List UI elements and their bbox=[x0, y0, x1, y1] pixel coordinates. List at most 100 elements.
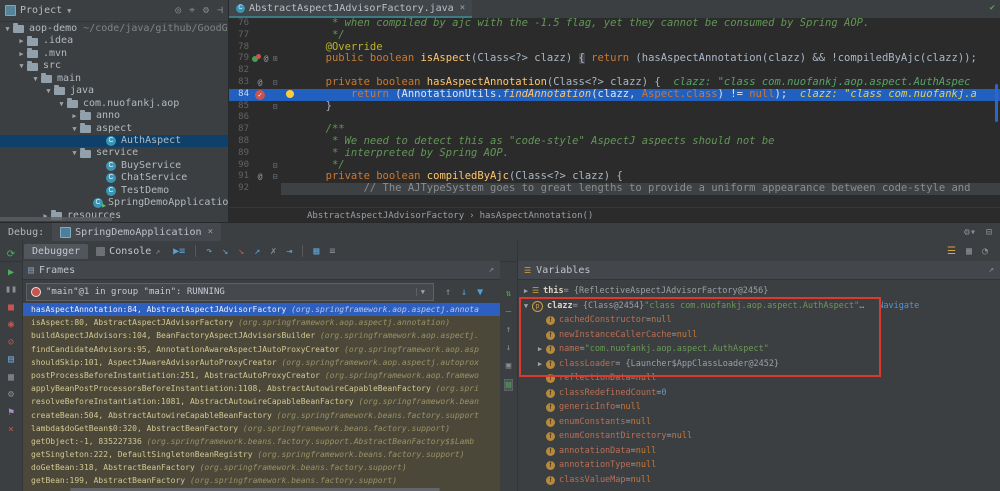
code-line[interactable]: 85 ⊟ } bbox=[229, 101, 1000, 113]
stack-frame-row[interactable]: postProcessBeforeInstantiation:251, Abst… bbox=[22, 368, 500, 383]
tree-expand-icon[interactable]: ▶ bbox=[16, 48, 27, 60]
variable-row[interactable]: ▼ p clazz = {Class@2454} "class com.nuofan… bbox=[518, 299, 1000, 314]
tree-item[interactable]: ▶ anno bbox=[0, 110, 228, 122]
thread-selector[interactable]: "main"@1 in group "main": RUNNING ▼ bbox=[26, 283, 434, 301]
variable-row[interactable]: ▶ f name = "com.nuofankj.aop.aspect.AuthAs… bbox=[518, 342, 1000, 357]
stack-frame-row[interactable]: resolveBeforeInstantiation:1081, Abstrac… bbox=[22, 395, 500, 409]
tab-debugger[interactable]: Debugger bbox=[24, 243, 89, 259]
code-line[interactable]: 77 */ bbox=[229, 30, 1000, 42]
stack-frame-row[interactable]: lambda$doGetBean$0:320, AbstractBeanFact… bbox=[22, 421, 500, 435]
stack-frame-row[interactable]: shouldSkip:101, AspectJAwareAdvisorAutoP… bbox=[22, 355, 500, 369]
tree-item[interactable]: C AuthAspect bbox=[0, 134, 228, 148]
tree-item[interactable]: ▼ src bbox=[0, 60, 228, 72]
override-marker-icon[interactable] bbox=[251, 54, 263, 64]
code-line[interactable]: 84 ✓ return (AnnotationUtils.findAnnotati… bbox=[229, 88, 1000, 101]
close-session-icon[interactable]: × bbox=[208, 227, 213, 237]
variable-expand-icon[interactable]: ▶ bbox=[520, 284, 532, 299]
pin-icon[interactable]: ⚑ bbox=[8, 407, 14, 418]
collapse-all-icon[interactable]: ⌖ bbox=[189, 5, 195, 16]
tree-expand-icon[interactable]: ▼ bbox=[69, 123, 80, 135]
stack-frame-row[interactable]: hasAspectAnnotation:84, AbstractAspectJA… bbox=[22, 303, 500, 317]
separator-icon[interactable]: — bbox=[506, 307, 511, 317]
drop-frame-icon[interactable]: ✗ bbox=[270, 246, 276, 257]
tab-console[interactable]: Console ↗ bbox=[88, 244, 168, 259]
settings-gear-icon[interactable]: ⚙ bbox=[203, 5, 209, 16]
tree-expand-icon[interactable]: ▼ bbox=[56, 98, 67, 110]
float-panel-icon[interactable]: ↗ bbox=[489, 265, 494, 275]
variable-row[interactable]: f annotationData = null bbox=[518, 444, 1000, 459]
stop-icon[interactable]: ■ bbox=[8, 302, 14, 313]
stack-frame-row[interactable]: getBean:199, AbstractBeanFactory (org.sp… bbox=[22, 474, 500, 488]
run-to-cursor-icon[interactable]: ⇥ bbox=[286, 246, 292, 257]
stack-frame-row[interactable]: buildAspectJAdvisors:104, BeanFactoryAsp… bbox=[22, 329, 500, 343]
hide-panel-icon[interactable]: ⊣ bbox=[217, 5, 223, 16]
tree-item[interactable]: ▼ aspect bbox=[0, 123, 228, 135]
variable-row[interactable]: ▶ f classLoader = {Launcher$AppClassLoader… bbox=[518, 357, 1000, 372]
editor-scrollbar-thumb[interactable] bbox=[995, 84, 998, 122]
stack-frame-row[interactable]: getSingleton:222, DefaultSingletonBeanRe… bbox=[22, 448, 500, 462]
step-over-icon[interactable]: ↷ bbox=[206, 246, 212, 257]
variable-expand-icon[interactable]: ▶ bbox=[534, 342, 546, 357]
tree-expand-icon[interactable]: ▼ bbox=[43, 85, 54, 97]
code-line[interactable]: 86 bbox=[229, 112, 1000, 124]
code-line[interactable]: 78 @Override bbox=[229, 42, 1000, 54]
variable-row[interactable]: f cachedConstructor = null bbox=[518, 313, 1000, 328]
frame-down-icon[interactable]: ↓ bbox=[461, 287, 467, 298]
stack-frame-row[interactable]: findCandidateAdvisors:95, AnnotationAwar… bbox=[22, 342, 500, 356]
pause-icon[interactable]: ▮▮ bbox=[5, 284, 17, 295]
layout-settings-icon[interactable]: ≡ bbox=[329, 246, 335, 257]
step-into-icon[interactable]: ↘ bbox=[222, 246, 228, 257]
tree-item[interactable]: ▼ com.nuofankj.aop bbox=[0, 98, 228, 110]
fold-icon[interactable]: ⊟ bbox=[269, 101, 281, 113]
code-line[interactable]: 83 @ ⊟ private boolean hasAspectAnnotation… bbox=[229, 77, 1000, 89]
up-icon[interactable]: ↑ bbox=[506, 325, 511, 335]
evaluate-expression-icon[interactable]: ▦ bbox=[313, 246, 319, 257]
tree-item[interactable]: C BuyService bbox=[0, 160, 228, 172]
tree-item[interactable]: ▼ service bbox=[0, 147, 228, 159]
variable-row[interactable]: f enumConstants = null bbox=[518, 415, 1000, 430]
chevron-down-icon[interactable]: ▼ bbox=[415, 288, 429, 296]
rerun-icon[interactable]: ⟳ bbox=[7, 249, 15, 260]
stack-frame-row[interactable]: isAspect:80, AbstractAspectJAdvisorFacto… bbox=[22, 316, 500, 330]
stack-frame-row[interactable]: doGetBean:318, AbstractBeanFactory (org.… bbox=[22, 461, 500, 475]
threads-view-icon[interactable]: ☰ bbox=[947, 246, 956, 257]
tree-item[interactable]: ▶ .mvn bbox=[0, 48, 228, 60]
close-icon[interactable]: × bbox=[8, 424, 14, 435]
breakpoint-icon[interactable]: ✓ bbox=[255, 89, 265, 100]
code-area[interactable]: 76 * when compiled by ajc with the -1.5 … bbox=[229, 18, 1000, 195]
tree-expand-icon[interactable]: ▶ bbox=[16, 35, 27, 47]
stack-frame-row[interactable]: applyBeanPostProcessorsBeforeInstantiati… bbox=[22, 382, 500, 396]
variable-row[interactable]: f newInstanceCallerCache = null bbox=[518, 328, 1000, 343]
chevron-down-icon[interactable]: ▼ bbox=[67, 7, 71, 15]
settings-gear-icon[interactable]: ⚙▾ bbox=[964, 227, 976, 238]
settings-gear-icon[interactable]: ⚙ bbox=[8, 389, 14, 400]
code-line[interactable]: 87 /** bbox=[229, 124, 1000, 136]
tree-item[interactable]: C ChatService bbox=[0, 172, 228, 184]
code-line[interactable]: 82 bbox=[229, 65, 1000, 77]
breadcrumb[interactable]: AbstractAspectJAdvisorFactory › hasAspec… bbox=[229, 207, 1000, 223]
stack-frame-row[interactable]: getObject:-1, 835227336 (org.springframe… bbox=[22, 434, 500, 449]
resume-icon[interactable]: ▶ bbox=[8, 267, 14, 278]
variable-row[interactable]: ▶ ☰ this = {ReflectiveAspectJAdvisorFactor… bbox=[518, 284, 1000, 299]
variable-expand-icon[interactable]: ▶ bbox=[534, 357, 546, 372]
restore-layout-icon[interactable]: ▦ bbox=[8, 372, 14, 383]
memory-view-icon[interactable]: ▦ bbox=[966, 246, 972, 257]
code-line[interactable]: 89 * interpreted by Spring AOP. bbox=[229, 148, 1000, 160]
fold-icon[interactable]: ⊟ bbox=[269, 160, 281, 172]
hide-panel-icon[interactable]: ⊟ bbox=[986, 227, 992, 238]
variable-row[interactable]: f enumConstantDirectory = null bbox=[518, 429, 1000, 444]
code-line[interactable]: 79 @ ⊞ public boolean isAspect(Class<?> cl… bbox=[229, 53, 1000, 65]
down-icon[interactable]: ↓ bbox=[506, 343, 511, 353]
tree-expand-icon[interactable]: ▼ bbox=[2, 23, 13, 35]
thread-dump-icon[interactable]: ▤ bbox=[8, 354, 14, 365]
tree-expand-icon[interactable]: ▼ bbox=[30, 73, 41, 85]
tree-item[interactable]: CSpringDemoApplication bbox=[0, 197, 228, 210]
variable-row[interactable]: f annotationType = null bbox=[518, 458, 1000, 473]
stack-frame-row[interactable]: createBean:504, AbstractAutowireCapableB… bbox=[22, 408, 500, 422]
navigate-link[interactable]: Navigate bbox=[878, 299, 919, 314]
tree-item[interactable]: C TestDemo bbox=[0, 185, 228, 197]
frame-up-icon[interactable]: ↑ bbox=[445, 287, 451, 298]
tree-expand-icon[interactable]: ▶ bbox=[69, 110, 80, 122]
filter-frames-icon[interactable]: ▼ bbox=[477, 287, 483, 298]
breadcrumb-method[interactable]: hasAspectAnnotation() bbox=[480, 211, 594, 221]
